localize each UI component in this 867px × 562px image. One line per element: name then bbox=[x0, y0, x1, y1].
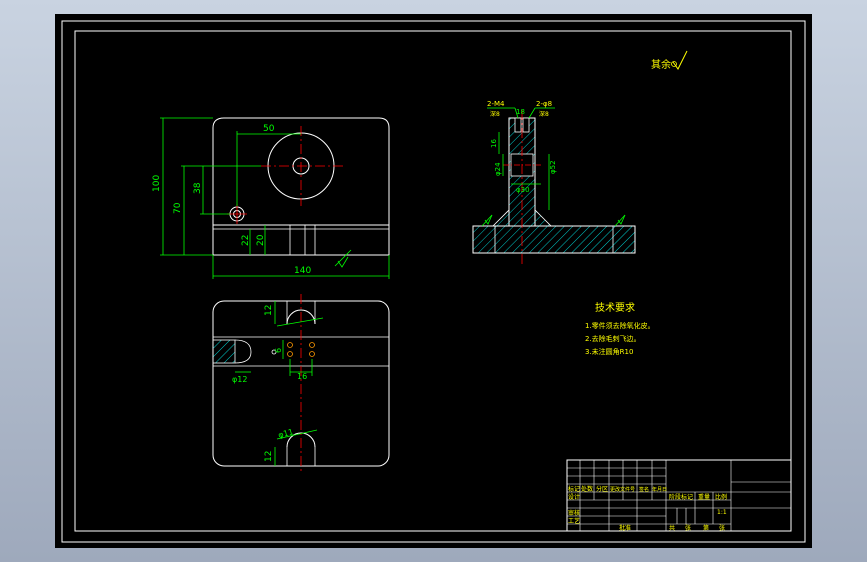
dim-140: 140 bbox=[294, 266, 311, 276]
dim-phi12: φ12 bbox=[232, 375, 247, 384]
tb-approve: 批准 bbox=[619, 524, 631, 532]
tech-req-item-1: 1.零件须去除氧化皮。 bbox=[585, 321, 655, 330]
dim-38: 38 bbox=[193, 182, 203, 194]
tb-scale: 比例 bbox=[715, 493, 727, 501]
tb-sheet-unit1: 张 bbox=[685, 524, 691, 532]
dim-phi11: φ11 bbox=[277, 427, 294, 440]
tb-row-marker: 标记 bbox=[568, 485, 580, 493]
tech-req-item-2: 2.去除毛刺飞边。 bbox=[585, 334, 641, 343]
dim-12-bottom: 12 bbox=[264, 451, 274, 462]
dim-16: 16 bbox=[490, 139, 498, 148]
tb-row-process: 工艺 bbox=[568, 517, 580, 525]
dim-22: 22 bbox=[241, 235, 251, 246]
dim-6: 6 bbox=[274, 348, 283, 353]
inner-border bbox=[74, 30, 792, 532]
top-view: 12 12 φ12 φ11 16 6 bbox=[212, 294, 390, 474]
tb-col-count: 处数 bbox=[581, 485, 593, 493]
tb-col-date: 年月日 bbox=[652, 486, 667, 493]
dim-50: 50 bbox=[263, 124, 275, 134]
tb-stage: 阶段标记 bbox=[669, 493, 693, 501]
technical-requirements: 技术要求 1.零件须去除氧化皮。 2.去除毛刺飞边。 3.未注圆角R10 bbox=[585, 301, 655, 356]
tb-weight: 重量 bbox=[698, 493, 710, 501]
title-block: 标记 处数 分区 更改文件号 签名 年月日 设计 审核 工艺 批准 阶段标记 重… bbox=[566, 459, 792, 532]
dim-70: 70 bbox=[173, 202, 183, 214]
tech-req-title: 技术要求 bbox=[595, 301, 635, 314]
roughness-note: 其余 bbox=[651, 58, 671, 71]
dim-16: 16 bbox=[297, 372, 307, 381]
dim-phi52: φ52 bbox=[549, 160, 557, 174]
tb-col-docno: 更改文件号 bbox=[610, 486, 635, 493]
tb-sheet-no: 第 bbox=[703, 524, 709, 532]
side-view: 2-M4 深8 2-φ8 深8 18 16 φ24 φ52 φ30 bbox=[472, 100, 636, 264]
dim-12-top: 12 bbox=[264, 305, 274, 316]
label-2-phi8: 2-φ8 bbox=[536, 100, 552, 108]
dim-phi30: φ30 bbox=[516, 186, 530, 194]
outer-border bbox=[61, 20, 806, 543]
tb-row-review: 审核 bbox=[568, 509, 580, 517]
label-2-phi8-depth: 深8 bbox=[539, 110, 549, 118]
front-view: 100 70 38 50 140 22 20 bbox=[152, 117, 390, 279]
roughness-symbol: 其余 bbox=[651, 50, 688, 71]
cad-viewport[interactable]: 其余 100 70 38 50 140 22 20 12 12 φ12 φ11 … bbox=[55, 14, 812, 548]
dim-100: 100 bbox=[152, 175, 162, 192]
dim-20: 20 bbox=[256, 234, 266, 246]
tb-sheet-total: 共 bbox=[669, 524, 675, 532]
tb-col-zone: 分区 bbox=[596, 485, 608, 493]
label-2-m4: 2-M4 bbox=[487, 100, 505, 108]
drawing-canvas: 其余 100 70 38 50 140 22 20 12 12 φ12 φ11 … bbox=[61, 20, 806, 543]
label-2-m4-depth: 深8 bbox=[490, 110, 500, 118]
tb-row-design: 设计 bbox=[568, 493, 580, 501]
dim-18: 18 bbox=[516, 108, 525, 116]
dim-phi24: φ24 bbox=[494, 162, 502, 176]
tech-req-item-3: 3.未注圆角R10 bbox=[585, 347, 633, 356]
tb-scale-value: 1:1 bbox=[717, 509, 727, 516]
tb-sheet-unit2: 张 bbox=[719, 524, 725, 532]
tb-col-sign: 签名 bbox=[639, 486, 649, 493]
